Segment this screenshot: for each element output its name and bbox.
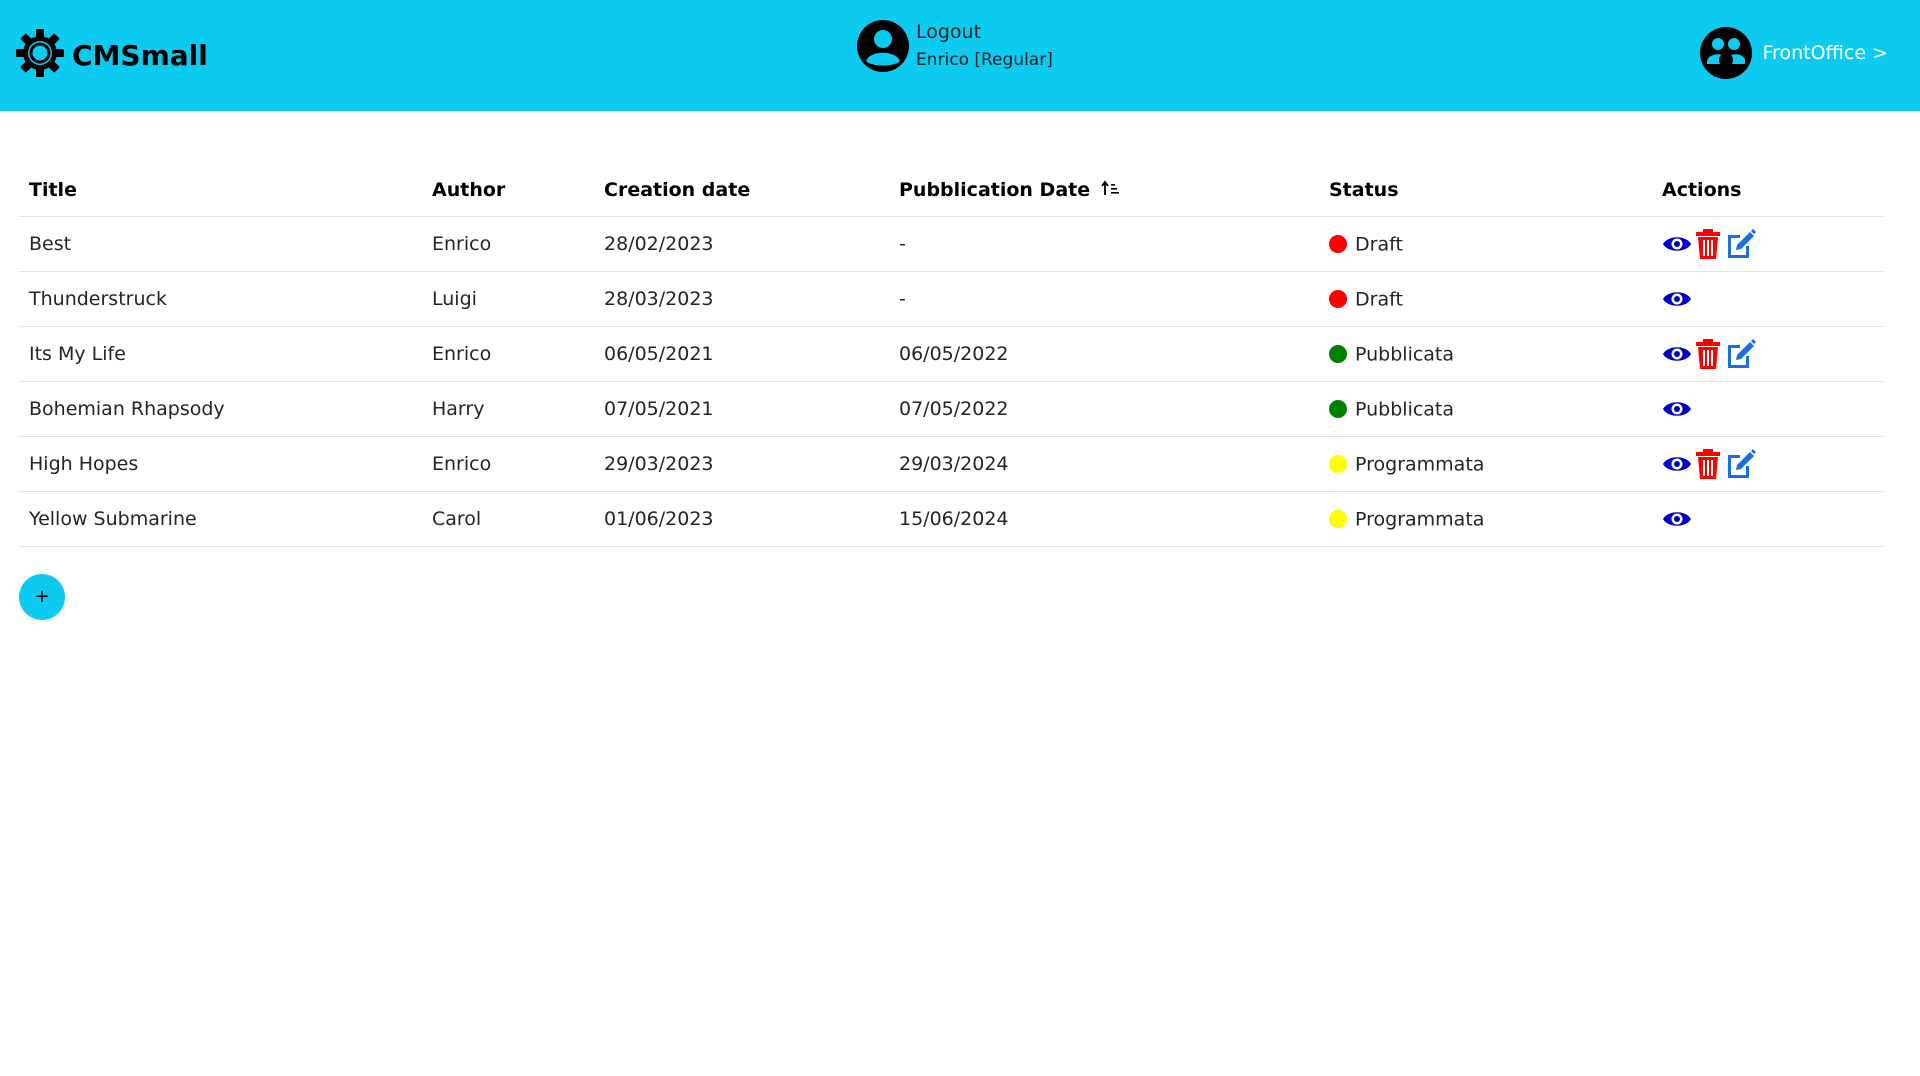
status-dot-icon: [1329, 510, 1347, 529]
cell-status: Draft: [1319, 216, 1652, 272]
status-label: Pubblicata: [1355, 398, 1455, 421]
frontoffice-label: FrontOffice >: [1762, 42, 1888, 64]
trash-icon[interactable]: [1694, 338, 1722, 370]
cell-author: Luigi: [422, 271, 594, 327]
cell-actions: [1652, 216, 1883, 272]
cell-title: High Hopes: [19, 436, 422, 492]
status-label: Draft: [1355, 288, 1403, 311]
cell-publication-date: 15/06/2024: [889, 491, 1319, 547]
pages-table-wrapper: Title Author Creation date Pubblication …: [19, 164, 1883, 547]
table-header-row: Title Author Creation date Pubblication …: [19, 164, 1883, 217]
cell-creation-date: 07/05/2021: [594, 381, 889, 437]
table-body: Best Enrico 28/02/2023- Draft Thunderstruck L…: [19, 216, 1883, 547]
people-circle-icon: [1699, 26, 1753, 80]
cell-status: Pubblicata: [1319, 326, 1652, 382]
trash-icon[interactable]: [1694, 228, 1722, 260]
status-label: Programmata: [1355, 453, 1485, 476]
brand-name: CMSmall: [72, 38, 208, 72]
eye-icon[interactable]: [1662, 508, 1692, 530]
cell-creation-date: 29/03/2023: [594, 436, 889, 492]
navbar: CMSmall Logout Enrico [Regular] FrontOff…: [0, 0, 1920, 111]
header-actions: Actions: [1652, 164, 1883, 217]
pages-table: Title Author Creation date Pubblication …: [19, 164, 1883, 547]
trash-icon[interactable]: [1694, 448, 1722, 480]
user-name: Enrico [Regular]: [916, 50, 1053, 70]
cell-status: Draft: [1319, 271, 1652, 327]
cell-actions: [1652, 326, 1883, 382]
table-row: Its My Life Enrico 06/05/2021 06/05/2022 Pub…: [19, 326, 1883, 382]
status-dot-icon: [1329, 345, 1347, 364]
table-row: Best Enrico 28/02/2023- Draft: [19, 216, 1883, 272]
edit-icon[interactable]: [1724, 449, 1756, 479]
status-dot-icon: [1329, 455, 1347, 474]
logout-link[interactable]: Logout: [916, 18, 1053, 46]
cell-author: Enrico: [422, 326, 594, 382]
header-publication-date-label: Pubblication Date: [899, 178, 1091, 201]
add-page-button[interactable]: +: [19, 574, 65, 620]
cell-publication-date: 07/05/2022: [889, 381, 1319, 437]
eye-icon[interactable]: [1662, 343, 1692, 365]
eye-icon[interactable]: [1662, 453, 1692, 475]
edit-icon[interactable]: [1724, 229, 1756, 259]
cell-author: Carol: [422, 491, 594, 547]
cell-status: Pubblicata: [1319, 381, 1652, 437]
table-row: High Hopes Enrico 29/03/2023 29/03/2024 Prog…: [19, 436, 1883, 492]
cell-title: Thunderstruck: [19, 271, 422, 327]
cell-actions: [1652, 271, 1883, 327]
cell-author: Enrico: [422, 436, 594, 492]
status-label: Draft: [1355, 233, 1403, 256]
cell-publication-date: -: [889, 216, 1319, 272]
header-publication-date: Pubblication Date: [889, 164, 1319, 217]
cell-actions: [1652, 381, 1883, 437]
eye-icon[interactable]: [1662, 398, 1692, 420]
cell-creation-date: 28/03/2023: [594, 271, 889, 327]
header-status: Status: [1319, 164, 1652, 217]
cell-title: Its My Life: [19, 326, 422, 382]
status-dot-icon: [1329, 400, 1347, 419]
cell-creation-date: 01/06/2023: [594, 491, 889, 547]
cell-publication-date: -: [889, 271, 1319, 327]
cell-title: Bohemian Rhapsody: [19, 381, 422, 437]
header-author: Author: [422, 164, 594, 217]
header-title: Title: [19, 164, 422, 217]
status-label: Pubblicata: [1355, 343, 1455, 366]
eye-icon[interactable]: [1662, 233, 1692, 255]
cell-author: Enrico: [422, 216, 594, 272]
sort-ascending-icon[interactable]: [1101, 179, 1121, 201]
status-dot-icon: [1329, 235, 1347, 254]
eye-icon[interactable]: [1662, 288, 1692, 310]
table-row: Thunderstruck Luigi 28/03/2023- Draft: [19, 271, 1883, 327]
gear-icon: [14, 27, 66, 83]
cell-publication-date: 06/05/2022: [889, 326, 1319, 382]
brand-link[interactable]: CMSmall: [14, 27, 208, 83]
frontoffice-link[interactable]: FrontOffice >: [1699, 26, 1888, 80]
cell-actions: [1652, 491, 1883, 547]
cell-status: Programmata: [1319, 436, 1652, 492]
cell-actions: [1652, 436, 1883, 492]
table-row: Yellow Submarine Carol 01/06/2023 15/06/202…: [19, 491, 1883, 547]
cell-publication-date: 29/03/2024: [889, 436, 1319, 492]
cell-title: Best: [19, 216, 422, 272]
user-circle-icon: [856, 19, 910, 73]
status-label: Programmata: [1355, 508, 1485, 531]
cell-title: Yellow Submarine: [19, 491, 422, 547]
header-creation-date: Creation date: [594, 164, 889, 217]
user-block: Logout Enrico [Regular]: [856, 18, 1053, 74]
status-dot-icon: [1329, 290, 1347, 309]
cell-creation-date: 06/05/2021: [594, 326, 889, 382]
cell-creation-date: 28/02/2023: [594, 216, 889, 272]
edit-icon[interactable]: [1724, 339, 1756, 369]
table-row: Bohemian Rhapsody Harry 07/05/2021 07/05/20…: [19, 381, 1883, 437]
cell-author: Harry: [422, 381, 594, 437]
cell-status: Programmata: [1319, 491, 1652, 547]
